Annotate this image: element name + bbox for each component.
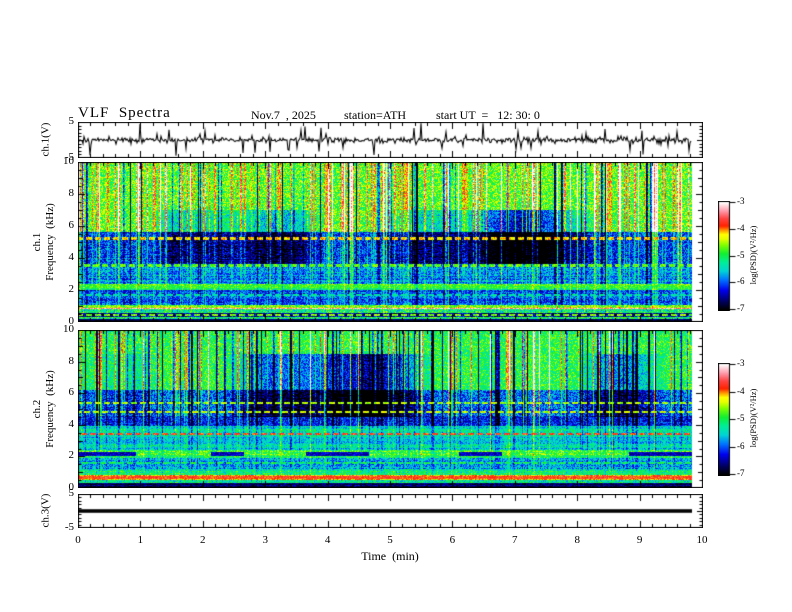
x-tick-label: 10	[696, 534, 708, 546]
ch2-colorbar	[718, 363, 738, 476]
y-tick-label: 10	[63, 323, 74, 335]
ch2-spectrogram-panel	[78, 330, 703, 488]
y-tick-label: 6	[68, 219, 75, 231]
y-tick-label: 10	[63, 155, 74, 167]
ch1-channel-label: ch.1	[31, 232, 43, 252]
x-tick-label: 2	[200, 534, 206, 546]
colorbar-tick-label: -3	[737, 196, 745, 206]
y-tick-label: 8	[68, 187, 75, 199]
y-axis-label-ch1-voltage: ch.1(V)	[39, 122, 52, 157]
ch1-spectrogram-panel	[78, 162, 703, 322]
x-tick-label: 6	[449, 534, 456, 546]
colorbar-tick-label: -5	[737, 413, 745, 423]
x-tick-label: 0	[75, 534, 81, 546]
y-tick-label: -5	[64, 521, 74, 533]
x-tick-label: 8	[574, 534, 580, 546]
colorbar-tick-label: -4	[737, 385, 745, 396]
x-tick-label: 1	[137, 534, 144, 546]
x-tick-label: 9	[636, 534, 643, 546]
colorbar-tick-label: -4	[737, 222, 745, 233]
figure-date: Nov.7 , 2025	[251, 108, 316, 122]
y-tick-label: 5	[68, 487, 75, 499]
figure-title: VLF Spectra	[78, 105, 171, 121]
x-tick-label: 4	[324, 534, 331, 546]
ch1-frequency-axis-label: Frequency (kHz)	[44, 203, 56, 281]
x-axis-title: Time (min)	[361, 549, 419, 563]
y-tick-label: 5	[68, 115, 75, 127]
y-tick-label: 2	[68, 449, 75, 462]
y-tick-label: 4	[68, 251, 75, 263]
ch2-frequency-axis-label: Frequency (kHz)	[44, 370, 56, 448]
ch1-voltage-panel	[78, 122, 703, 158]
colorbar-tick-label: -6	[737, 440, 745, 451]
colorbar-tick-label: -7	[737, 303, 745, 313]
colorbar-tick-label: -3	[737, 358, 745, 368]
y-tick-label: 2	[68, 283, 75, 295]
y-tick-label: 8	[68, 354, 75, 367]
colorbar-tick-label: -7	[737, 468, 745, 478]
colorbar-tick-label: -6	[737, 276, 745, 287]
figure-station: station=ATH	[344, 108, 407, 122]
x-tick-label: 5	[387, 534, 393, 546]
x-tick-label: 3	[262, 534, 268, 546]
ch2-channel-label: ch.2	[31, 399, 43, 419]
ch3-voltage-panel	[78, 494, 703, 528]
y-tick-label: 4	[68, 417, 75, 430]
figure-start-ut: start UT = 12: 30: 0	[436, 108, 540, 122]
ch1-colorbar	[718, 201, 738, 311]
colorbar-tick-label: -5	[737, 249, 745, 260]
y-tick-label: 6	[68, 386, 75, 399]
x-tick-label: 7	[512, 534, 518, 546]
vlf-spectra-figure: VLF Spectra Nov.7 , 2025 station=ATH sta…	[0, 0, 792, 612]
